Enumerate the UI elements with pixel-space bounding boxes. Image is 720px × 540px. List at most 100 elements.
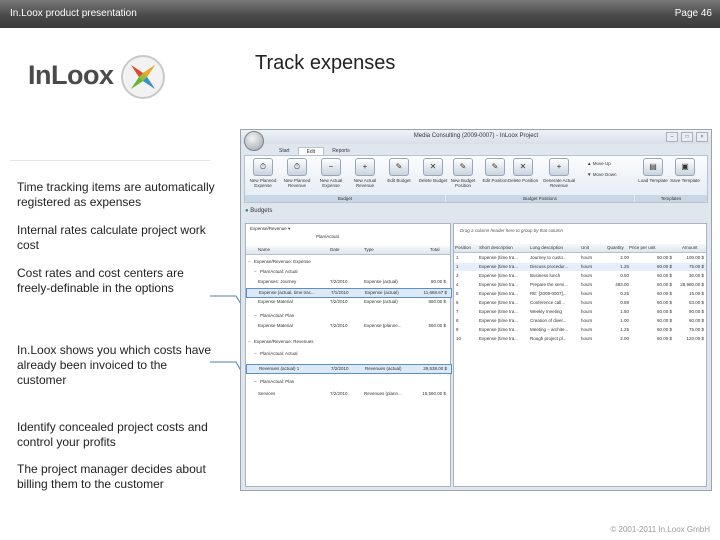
table-row[interactable]: 6 Expense (time tra... Conference call... h… <box>454 299 706 307</box>
delete-budget-button[interactable]: ✕ Delete Budget <box>417 158 449 183</box>
table-cell: Expense (time tra... <box>479 273 519 278</box>
table-cell: 53.00 $ <box>688 300 704 305</box>
table-cell: 75.00 $ <box>688 327 704 332</box>
table-cell: 7 <box>456 309 459 314</box>
delete-position-button[interactable]: ✕ Delete Position <box>507 158 539 183</box>
new-budget-position-button[interactable]: ✎ New Budget Position <box>447 158 479 188</box>
table-row[interactable]: Services 7/2/2010 Revenues (plann... 15,560… <box>246 390 450 398</box>
pencil-icon: ✎ <box>453 158 473 176</box>
pencil-icon: ✎ <box>389 158 409 176</box>
table-cell: hours <box>581 255 593 260</box>
column-header[interactable]: Name <box>258 247 270 252</box>
table-row[interactable]: 10 Expense (time tra... Rough project pl..… <box>454 335 706 343</box>
table-cell: 60.00 $ <box>656 309 672 314</box>
column-header[interactable]: Type <box>364 247 374 252</box>
app-menu-orb-icon[interactable] <box>244 131 264 151</box>
maximize-icon[interactable]: □ <box>681 132 693 142</box>
table-cell: hours <box>581 309 593 314</box>
group-filter-chip[interactable]: Expense/Revenue ▾ <box>250 226 290 232</box>
column-header[interactable]: Total <box>430 247 440 252</box>
column-header[interactable]: Unit <box>581 245 589 250</box>
table-row[interactable]: Expense Material 7/2/2010 Expense (planne.… <box>246 322 450 330</box>
table-cell: 60.00 $ <box>656 282 672 287</box>
window-controls: – □ × <box>666 132 708 142</box>
new-actual-revenue-button[interactable]: + New Actual Revenue <box>349 158 381 188</box>
app-titlebar: Mediа Consulting (2009-0007) - InLoox Pr… <box>241 130 711 144</box>
column-header[interactable]: Position <box>455 245 471 250</box>
move-down-button[interactable]: ▼ Move Down <box>587 172 616 177</box>
table-cell: 6 <box>456 300 459 305</box>
column-header[interactable]: Long description <box>530 245 563 250</box>
subgroup-row[interactable]: − Plan/Actual: Actual <box>246 268 450 276</box>
group-row[interactable]: − Expense/Revenue: Expense <box>246 258 450 266</box>
group-filter-chip-2[interactable]: Plan/Actual <box>316 234 339 239</box>
table-row[interactable]: 5 Expense (time tra... RE: [2009-0007]... h… <box>454 290 706 298</box>
table-cell: 10 <box>456 336 462 341</box>
table-cell: Expense (time tra... <box>479 300 519 305</box>
column-header[interactable]: Price per unit <box>629 245 656 250</box>
table-row[interactable]: 4 Expense (time tra... Prepare the servi..… <box>454 281 706 289</box>
table-cell: 60.00 $ <box>656 300 672 305</box>
close-icon[interactable]: × <box>696 132 708 142</box>
table-cell: Journey to custo... <box>530 255 567 260</box>
table-cell: 60.00 $ <box>656 327 672 332</box>
table-cell: 2.00 <box>620 255 629 260</box>
clock-icon: ⏱ <box>253 158 273 176</box>
table-cell: hours <box>581 273 593 278</box>
clock-icon: ⏱ <box>287 158 307 176</box>
table-cell: Meeting – archite... <box>530 327 569 332</box>
load-template-button[interactable]: ▤ Load Template <box>637 158 669 183</box>
column-header[interactable]: Quantity <box>607 245 624 250</box>
new-planned-expense-button[interactable]: ⏱ New Planned Expense <box>247 158 279 188</box>
subgroup-row[interactable]: − Plan/Actual: Plan <box>246 312 450 320</box>
table-cell: 75.00 $ <box>688 264 704 269</box>
edit-budget-button[interactable]: ✎ Edit Budget <box>383 158 415 183</box>
table-row[interactable]: 7 Expense (time tra... Weekly meeting hours… <box>454 308 706 316</box>
table-row-selected[interactable]: Expense (actual, time trac... 7/1/2010 Exp… <box>246 288 452 298</box>
table-row-selected[interactable]: Revenues (actual) 1 7/2/2010 Revenues (act… <box>246 364 452 374</box>
table-cell: 1.25 <box>620 264 629 269</box>
move-up-button[interactable]: ▲ Move Up <box>587 161 611 166</box>
table-cell: 4 <box>456 282 459 287</box>
save-template-button[interactable]: ▣ Save Template <box>669 158 701 183</box>
table-cell: 1 <box>456 255 459 260</box>
group-row[interactable]: − Expense/Revenue: Revenues <box>246 338 450 346</box>
column-header[interactable]: Date <box>330 247 340 252</box>
folder-icon: ▤ <box>643 158 663 176</box>
column-header[interactable]: Amount <box>682 245 698 250</box>
delete-icon: ✕ <box>423 158 443 176</box>
table-row[interactable]: Expenses: Journey 7/2/2010 Expense (actual… <box>246 278 450 286</box>
table-cell: 60.00 $ <box>656 273 672 278</box>
ribbon-group-templates: Templates <box>635 195 707 202</box>
table-cell: 1.50 <box>620 309 629 314</box>
table-cell: 483.00 <box>615 282 629 287</box>
table-cell: 0.88 <box>620 300 629 305</box>
table-cell: 120.00 $ <box>686 336 704 341</box>
table-cell: Expense (time tra... <box>479 327 519 332</box>
subgroup-row[interactable]: − Plan/Actual: Plan <box>246 378 450 386</box>
generate-actual-revenue-button[interactable]: + Generate Actual Revenue <box>539 158 579 188</box>
minimize-icon[interactable]: – <box>666 132 678 142</box>
left-grid-header: Name Date Type Total <box>246 246 450 255</box>
table-cell: 60.00 $ <box>656 264 672 269</box>
table-cell: 0.25 <box>620 291 629 296</box>
table-cell: 60.00 $ <box>656 318 672 323</box>
inloox-app-window: Mediа Consulting (2009-0007) - InLoox Pr… <box>240 129 712 491</box>
table-row[interactable]: 9 Expense (time tra... Meeting – archite..… <box>454 326 706 334</box>
table-row[interactable]: 3 Expense (time tra... Business lunch hours… <box>454 272 706 280</box>
new-planned-revenue-button[interactable]: ⏱ New Planned Revenue <box>281 158 313 188</box>
new-actual-expense-button[interactable]: − New Actual Expense <box>315 158 347 188</box>
save-icon: ▣ <box>675 158 695 176</box>
table-cell: 90.00 $ <box>688 309 704 314</box>
subgroup-row[interactable]: − Plan/Actual: Actual <box>246 350 450 358</box>
table-cell: hours <box>581 336 593 341</box>
document-plus-icon: + <box>355 158 375 176</box>
table-row[interactable]: 1 Expense (time tra... Journey to custo...… <box>454 254 706 262</box>
column-header[interactable]: Short description <box>479 245 513 250</box>
table-cell: Rough project pl... <box>530 336 567 341</box>
table-row[interactable]: 8 Expense (time tra... Creation of diver..… <box>454 317 706 325</box>
table-row[interactable]: Expense Material 7/2/2010 Expense (actual)… <box>246 298 450 306</box>
ribbon-group-budget: Budget <box>245 195 445 202</box>
table-cell: hours <box>581 318 593 323</box>
table-row[interactable]: 1 Expense (time tra... Discuss procedur...… <box>454 263 706 271</box>
